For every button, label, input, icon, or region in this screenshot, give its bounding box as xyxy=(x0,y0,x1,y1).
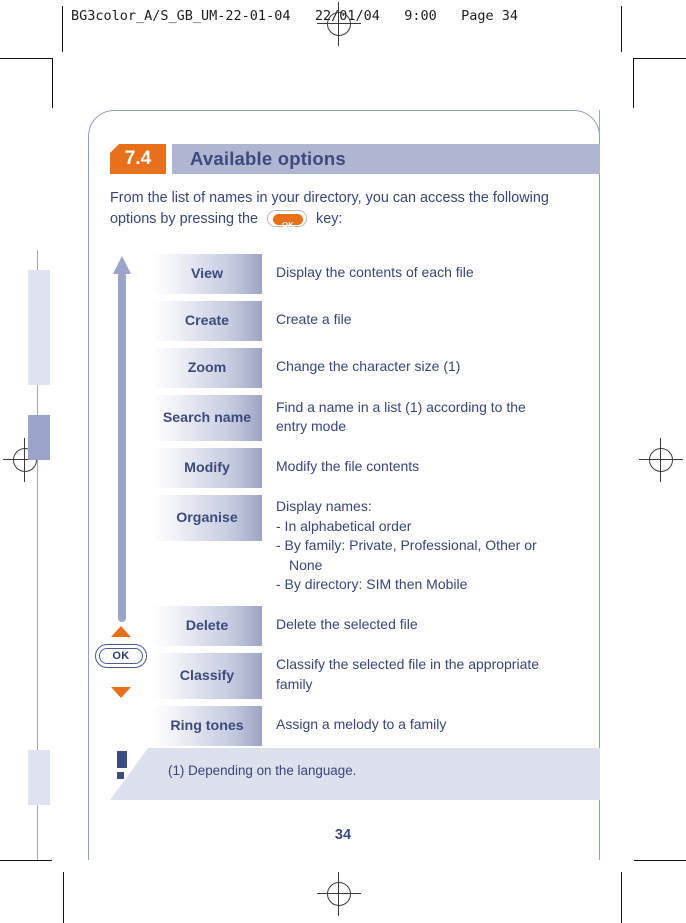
crop-mark-top-right-v xyxy=(633,58,634,108)
option-description: Display names: - In alphabetical order - B… xyxy=(276,497,582,595)
table-row[interactable]: Ring tones Assign a melody to a family xyxy=(152,705,582,746)
option-description: Change the character size (1) xyxy=(276,357,582,377)
option-description: Assign a melody to a family xyxy=(276,715,582,735)
registration-mark-top xyxy=(317,2,361,46)
option-label[interactable]: View xyxy=(152,254,262,294)
option-label[interactable]: Delete xyxy=(152,605,262,646)
crop-mark-top-left-v xyxy=(52,58,53,108)
intro-line-2-after: key: xyxy=(316,211,343,227)
option-description: Classify the selected file in the approp… xyxy=(276,655,582,694)
option-description-line: Create a file xyxy=(276,311,352,328)
ok-key-label: OK xyxy=(282,219,294,229)
section-number-badge: 7.4 xyxy=(110,144,166,174)
reg-circle xyxy=(327,12,351,36)
print-header-text: BG3color_A/S_GB_UM-22-01-04 22/01/04 9:0… xyxy=(71,8,519,24)
edge-tab-mark-3 xyxy=(28,750,50,805)
option-label[interactable]: Modify xyxy=(152,448,262,488)
reg-circle xyxy=(649,448,673,472)
intro-line-1: From the list of names in your directory… xyxy=(110,190,549,206)
option-description-line: Display names: xyxy=(276,498,372,514)
edge-tab-mark-1 xyxy=(28,270,50,385)
table-row[interactable]: View Display the contents of each file xyxy=(152,254,582,294)
header-rule-right xyxy=(621,6,622,52)
crop-mark-bottom-right-h xyxy=(634,860,686,861)
crop-mark-bottom-left-h xyxy=(0,860,52,861)
ok-key-icon: OK xyxy=(267,210,307,229)
registration-mark-bottom xyxy=(317,872,361,916)
option-description-line: Display the contents of each file xyxy=(276,264,474,281)
option-label[interactable]: Organise xyxy=(152,495,262,541)
table-row[interactable]: Zoom Change the character size (1) xyxy=(152,348,582,388)
option-description-line: - In alphabetical order xyxy=(276,517,412,534)
header-rule-left xyxy=(62,6,63,52)
table-row[interactable]: Create Create a file xyxy=(152,301,582,341)
edge-tab-mark-2 xyxy=(28,415,50,460)
table-row[interactable]: Search name Find a name in a list (1) acc… xyxy=(152,395,582,441)
option-description-line: entry mode xyxy=(276,418,347,434)
option-label[interactable]: Ring tones xyxy=(152,705,262,746)
scroll-up-arrow-icon xyxy=(113,256,131,622)
option-label[interactable]: Search name xyxy=(152,395,262,441)
footnote: (1) Depending on the language. xyxy=(110,748,600,800)
option-description-line: Classify the selected file in the approp… xyxy=(276,656,540,672)
nav-up-arrow-icon[interactable] xyxy=(111,626,131,637)
option-description-line: Delete the selected file xyxy=(276,615,418,632)
exclamation-icon xyxy=(117,751,131,779)
option-description-line: - By family: Private, Professional, Othe… xyxy=(276,537,537,553)
option-description-line: None xyxy=(289,556,323,573)
intro-paragraph: From the list of names in your directory… xyxy=(110,188,580,230)
footnote-text: (1) Depending on the language. xyxy=(168,763,357,778)
option-description-line: - By directory: SIM then Mobile xyxy=(276,576,468,592)
option-description: Create a file xyxy=(276,310,582,330)
exclamation-bar xyxy=(117,751,127,768)
option-description: Delete the selected file xyxy=(276,615,582,635)
table-row[interactable]: Delete Delete the selected file xyxy=(152,605,582,646)
table-row[interactable]: Modify Modify the file contents xyxy=(152,448,582,488)
intro-line-2: options by pressing the OK key: xyxy=(110,209,580,230)
table-row[interactable]: Organise Display names: - In alphabetical … xyxy=(152,495,582,599)
option-description-line: Assign a melody to a family xyxy=(276,715,447,732)
option-label[interactable]: Create xyxy=(152,301,262,341)
option-description: Display the contents of each file xyxy=(276,263,582,283)
crop-mark-top-left-h xyxy=(0,58,52,59)
arrow-shaft xyxy=(118,272,126,622)
option-description: Find a name in a list (1) according to t… xyxy=(276,398,582,437)
option-description: Modify the file contents xyxy=(276,457,582,477)
registration-mark-right xyxy=(639,438,683,482)
section-heading: 7.4 Available options xyxy=(110,144,600,174)
ok-navigation-pad[interactable]: OK xyxy=(95,626,147,698)
crop-mark-bottom-right-v xyxy=(621,872,622,923)
exclamation-dot xyxy=(117,772,124,779)
ok-button-label: OK xyxy=(112,650,130,662)
table-row[interactable]: Classify Classify the selected file in th… xyxy=(152,652,582,699)
option-label[interactable]: Zoom xyxy=(152,348,262,388)
option-description-line: Change the character size (1) xyxy=(276,358,461,375)
crop-mark-top-right-h xyxy=(634,58,686,59)
reg-circle xyxy=(327,882,351,906)
option-description-line: family xyxy=(276,675,313,692)
page-number: 34 xyxy=(334,827,352,843)
nav-down-arrow-icon[interactable] xyxy=(111,687,131,698)
section-title: Available options xyxy=(190,148,346,169)
option-label[interactable]: Classify xyxy=(152,652,262,699)
intro-line-2-before: options by pressing the xyxy=(110,211,258,227)
option-description-line: Find a name in a list (1) according to t… xyxy=(276,398,526,415)
options-table: View Display the contents of each file Cre… xyxy=(152,254,582,753)
option-description-line: Modify the file contents xyxy=(276,458,420,475)
crop-mark-bottom-left-v xyxy=(63,872,64,923)
